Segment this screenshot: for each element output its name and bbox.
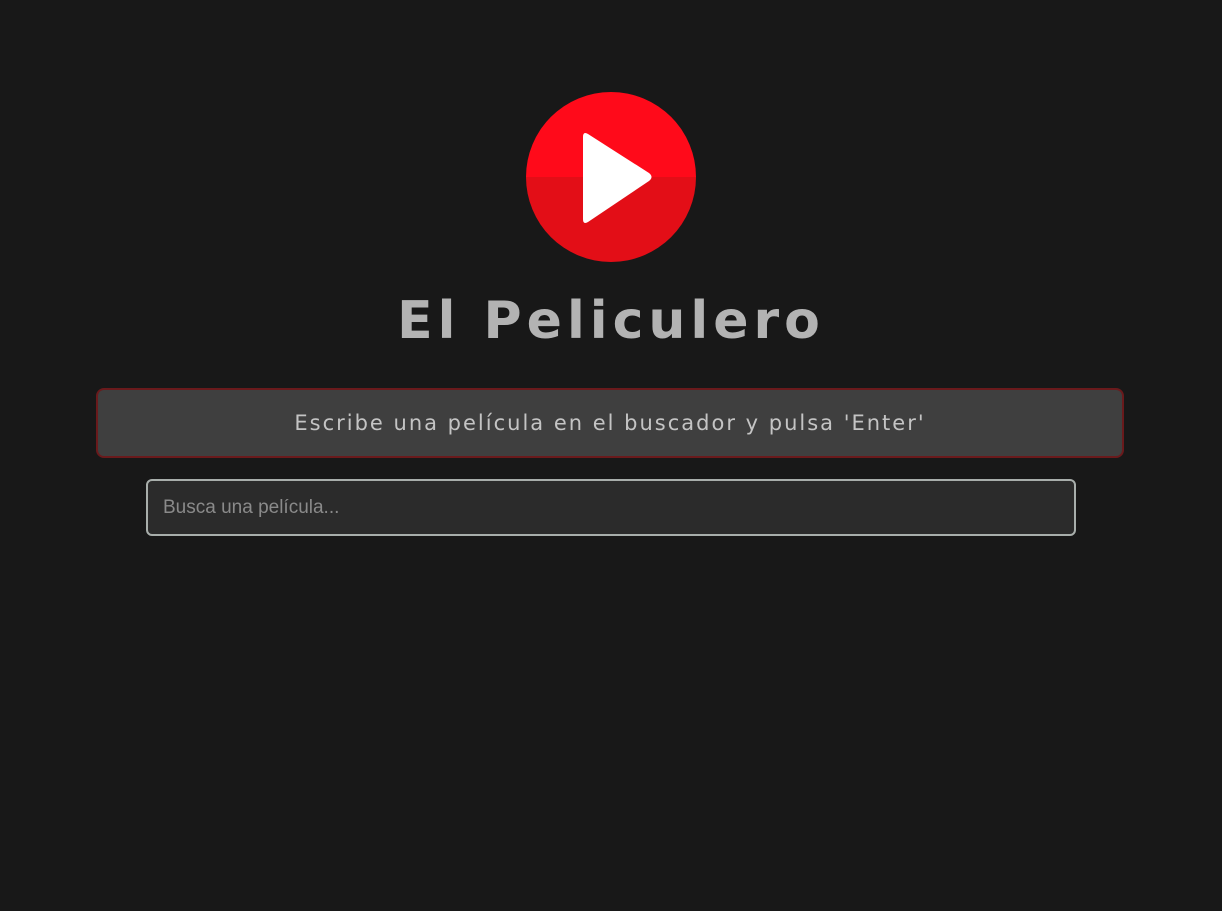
search-input[interactable]	[146, 479, 1076, 536]
play-icon	[526, 92, 696, 262]
app-title: El Peliculero	[397, 291, 825, 351]
instruction-message: Escribe una película en el buscador y pu…	[96, 388, 1124, 458]
page: El Peliculero Escribe una película en el…	[0, 0, 1222, 911]
